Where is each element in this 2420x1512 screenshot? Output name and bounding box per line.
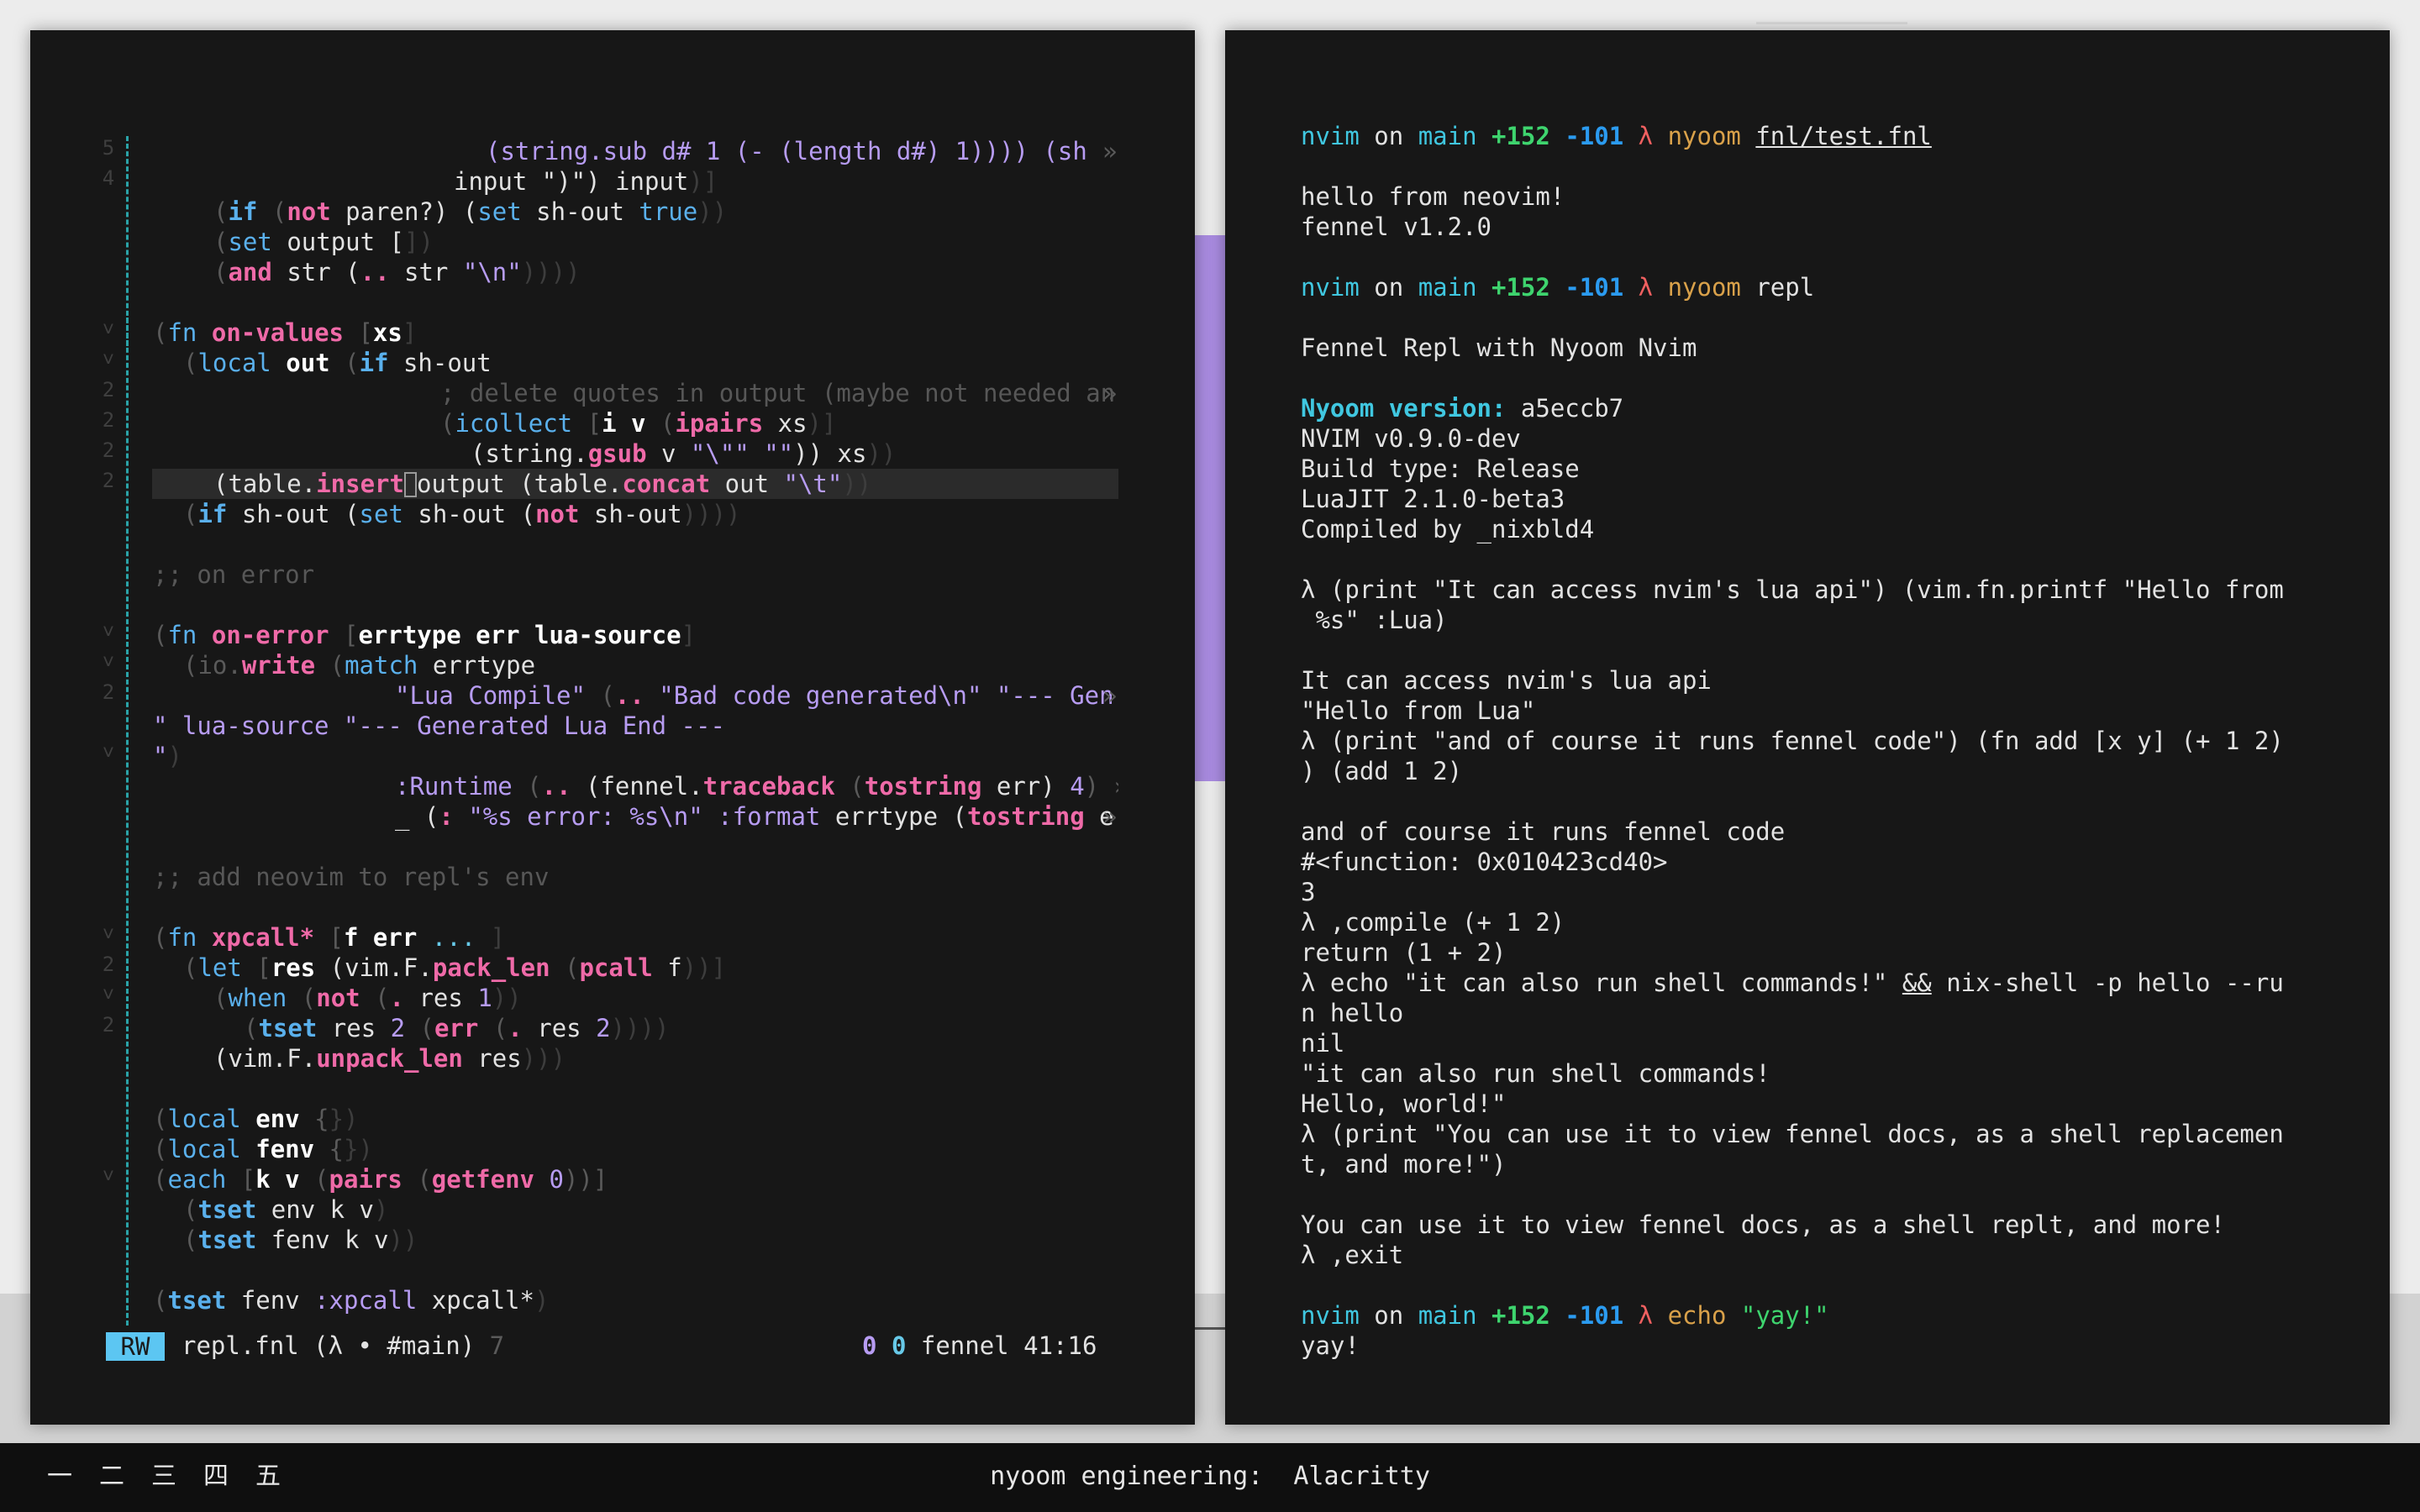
code-line[interactable]: _ (: "%s error: %s\n" :format errtype (t…: [30, 801, 1118, 832]
output-line: yay!: [1301, 1331, 1360, 1360]
taskbar: 一 二 三 四 五 nyoom engineering: Alacritty: [0, 1443, 2420, 1512]
code-line[interactable]: input ")") input)]: [30, 166, 1118, 197]
code-line[interactable]: (vim.F.unpack_len res))): [30, 1043, 1118, 1074]
shell-prompt: nvim on main +152 -101 λ echo "yay!": [1301, 1301, 1829, 1330]
error-count: 0: [862, 1331, 877, 1360]
code-line[interactable]: (set output []): [30, 227, 1118, 257]
output-line: Nyoom version: a5eccb7: [1301, 394, 1624, 423]
code-line[interactable]: (tset env k v): [30, 1194, 1118, 1225]
code-line-current[interactable]: (table.insert output (table.concat out "\…: [30, 469, 1118, 499]
output-line: "it can also run shell commands!: [1301, 1059, 1770, 1088]
cursor-position: 41:16: [1023, 1331, 1097, 1360]
code-line[interactable]: (let [res (vim.F.pack_len (pcall f))]: [30, 953, 1118, 983]
text-cursor: [403, 472, 417, 497]
repl-input-line: λ echo "it can also run shell commands!"…: [1301, 969, 2284, 997]
warning-count: 0: [891, 1331, 907, 1360]
repl-input-line: λ ,exit: [1301, 1241, 1404, 1269]
statusline-diagnostics: 0 0 fennel 41:16: [862, 1331, 1097, 1361]
code-line[interactable]: "Lua Compile" (.. "Bad code generated\n"…: [30, 680, 1118, 711]
output-line: It can access nvim's lua api: [1301, 666, 1712, 695]
code-line[interactable]: (local env {}): [30, 1104, 1118, 1134]
code-comment[interactable]: ;; on error: [30, 559, 1118, 590]
code-line[interactable]: (if (not paren?) (set sh-out true)): [30, 197, 1118, 227]
code-line[interactable]: (each [k v (pairs (getfenv 0))]: [30, 1164, 1118, 1194]
output-line: return (1 + 2): [1301, 938, 1507, 967]
repl-input-line: λ (print "and of course it runs fennel c…: [1301, 727, 2284, 755]
output-line: You can use it to view fennel docs, as a…: [1301, 1210, 2225, 1239]
output-line: Hello, world!": [1301, 1089, 1507, 1118]
output-line: NVIM v0.9.0-dev: [1301, 424, 1521, 453]
repl-input-line: λ (print "You can use it to view fennel …: [1301, 1120, 2284, 1148]
output-line: Build type: Release: [1301, 454, 1580, 483]
output-line: hello from neovim!: [1301, 182, 1565, 211]
code-line[interactable]: (tset fenv :xpcall xpcall*): [30, 1285, 1118, 1315]
code-line[interactable]: (string.gsub v "\"" "")) xs)): [30, 438, 1118, 469]
code-comment[interactable]: ;; add neovim to repl's env: [30, 862, 1118, 892]
code-line[interactable]: :Runtime (.. (fennel.traceback (tostring…: [30, 771, 1118, 801]
shell-prompt: nvim on main +152 -101 λ nyoom fnl/test.…: [1301, 122, 1932, 150]
repl-input-line: λ (print "It can access nvim's lua api")…: [1301, 575, 2284, 604]
background-window-edge: [1756, 22, 1907, 24]
active-window-title: nyoom engineering: Alacritty: [990, 1462, 1430, 1491]
mode-badge: RW: [106, 1332, 165, 1361]
background-window-fragment: [1193, 235, 1227, 781]
repl-input-line: λ ,compile (+ 1 2): [1301, 908, 1565, 937]
repl-input-line: %s" :Lua): [1301, 606, 1448, 634]
code-line[interactable]: (io.write (match errtype: [30, 650, 1118, 680]
editor-terminal-window[interactable]: 5 4 ˅ ˅ 2 2 2 2 ˅ ˅ 2 ˅ ˅ 2 ˅ 2 ˅ (strin…: [30, 30, 1195, 1425]
code-line[interactable]: " lua-source "--- Generated Lua End ---: [30, 711, 1118, 741]
code-line[interactable]: (tset res 2 (err (. res 2)))): [30, 1013, 1118, 1043]
output-line: Fennel Repl with Nyoom Nvim: [1301, 333, 1697, 362]
code-line[interactable]: (tset fenv k v)): [30, 1225, 1118, 1255]
statusline-filename: repl.fnl (λ • #main) 7: [182, 1331, 505, 1360]
output-line: nil: [1301, 1029, 1345, 1058]
code-line[interactable]: (fn xpcall* [f err ... ]: [30, 922, 1118, 953]
code-line[interactable]: "): [30, 741, 1118, 771]
filetype: fennel: [920, 1331, 1009, 1360]
code-line[interactable]: (fn on-error [errtype err lua-source]: [30, 620, 1118, 650]
repl-input-line: n hello: [1301, 999, 1404, 1027]
code-line[interactable]: (local fenv {}): [30, 1134, 1118, 1164]
output-line: 3: [1301, 878, 1316, 906]
repl-input-line: ) (add 1 2): [1301, 757, 1463, 785]
repl-input-line: t, and more!"): [1301, 1150, 1507, 1179]
shell-prompt: nvim on main +152 -101 λ nyoom repl: [1301, 273, 1815, 302]
code-line[interactable]: (if sh-out (set sh-out (not sh-out)))): [30, 499, 1118, 529]
repl-terminal-window[interactable]: nvim on main +152 -101 λ nyoom fnl/test.…: [1225, 30, 2390, 1425]
output-line: Compiled by _nixbld4: [1301, 515, 1595, 543]
output-line: fennel v1.2.0: [1301, 213, 1491, 241]
code-line[interactable]: ; delete quotes in output (maybe not nee…: [30, 378, 1118, 408]
code-line[interactable]: (string.sub d# 1 (- (length d#) 1)))) (s…: [30, 136, 1118, 166]
output-line: and of course it runs fennel code: [1301, 817, 1786, 846]
output-line: #<function: 0x010423cd40>: [1301, 848, 1668, 876]
output-line: "Hello from Lua": [1301, 696, 1536, 725]
code-line[interactable]: (local out (if sh-out: [30, 348, 1118, 378]
code-line[interactable]: (when (not (. res 1)): [30, 983, 1118, 1013]
code-line[interactable]: (icollect [i v (ipairs xs)]: [30, 408, 1118, 438]
code-line[interactable]: (fn on-values [xs]: [30, 318, 1118, 348]
output-line: LuaJIT 2.1.0-beta3: [1301, 485, 1565, 513]
code-line[interactable]: (and str (.. str "\n")))): [30, 257, 1118, 287]
